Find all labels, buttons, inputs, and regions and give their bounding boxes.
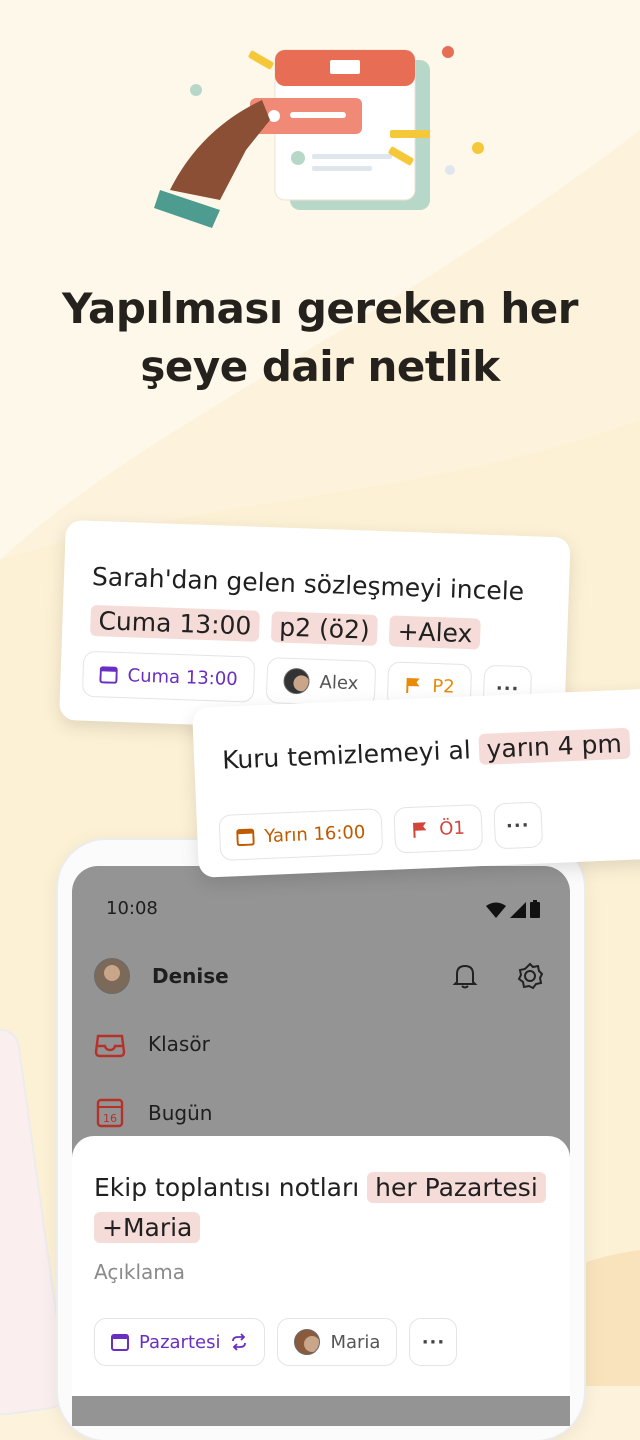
calendar-day-number: 16 [103,1112,117,1125]
calendar-icon [99,666,118,684]
repeat-icon [232,1333,247,1351]
task-name-input[interactable]: Ekip toplantısı notları her Pazartesi +M… [94,1168,564,1248]
date-chip[interactable]: Yarın 16:00 [218,808,384,861]
signal-icon [510,902,526,918]
calendar-icon [236,828,255,847]
date-chip-label: Pazartesi [139,1331,221,1353]
task-title: Sarah'dan gelen sözleşmeyi incele Cuma 1… [89,555,560,659]
maria-avatar [294,1329,321,1355]
user-row[interactable]: Denise [94,958,229,994]
date-chip-label: Cuma 13:00 [127,664,239,690]
sidebar-item-today[interactable]: 16 Bugün [94,1098,212,1128]
user-avatar [94,958,130,994]
status-icons [486,900,540,918]
headline-line-2: şeye dair netlik [140,342,500,391]
date-chip-label: Yarın 16:00 [263,821,366,847]
task-title-text: Kuru temizlemeyi al [221,735,472,775]
date-chip[interactable]: Pazartesi [94,1318,266,1366]
card2-chips: Yarın 16:00 Ö1 ··· [218,801,543,861]
assignee-chip[interactable]: Alex [265,657,377,707]
page-headline: Yapılması gereken her şeye dair netlik [0,280,640,396]
gear-icon[interactable] [516,962,544,990]
hero-illustration [154,46,484,228]
priority-chip[interactable]: Ö1 [393,803,483,854]
sidebar-item-inbox[interactable]: Klasör [94,1030,210,1058]
priority-token: p2 (ö2) [270,611,379,646]
task-title: Kuru temizlemeyi al yarın 4 pm p [221,721,640,783]
flag-icon [406,677,420,694]
inbox-icon [94,1034,126,1058]
more-options-button[interactable]: ··· [409,1318,458,1366]
task-card-dry-cleaning[interactable]: Kuru temizlemeyi al yarın 4 pm p Yarın 1… [192,688,640,878]
more-options-button[interactable]: ··· [492,801,543,850]
recurrence-token: her Pazartesi [367,1172,546,1203]
user-name: Denise [152,964,229,988]
assignee-chip-label: Maria [330,1331,381,1353]
wifi-icon [486,902,506,918]
headline-line-1: Yapılması gereken her [61,284,579,333]
quick-add-sheet: Ekip toplantısı notları her Pazartesi +M… [72,1136,570,1396]
task-title-text: Sarah'dan gelen sözleşmeyi incele [91,561,525,607]
sidebar-item-label: Bugün [148,1101,213,1125]
date-token: Cuma 13:00 [89,604,260,642]
assignee-chip-label: Alex [319,671,359,694]
assignee-token: +Alex [389,615,481,650]
assignee-token: +Maria [94,1212,201,1243]
description-input[interactable]: Açıklama [94,1260,185,1284]
priority-chip-label: P2 [431,675,455,698]
date-chip[interactable]: Cuma 13:00 [81,650,256,703]
sheet-chips: Pazartesi Maria ··· [94,1318,458,1366]
assignee-chip[interactable]: Maria [277,1318,398,1366]
bell-icon[interactable] [452,962,478,990]
sidebar-item-label: Klasör [148,1032,210,1056]
status-time: 10:08 [106,898,158,919]
task-title-text: Ekip toplantısı notları [94,1173,360,1202]
calendar-icon [111,1334,129,1351]
priority-chip-label: Ö1 [438,817,466,840]
flag-icon [412,822,427,838]
alex-avatar [283,667,311,695]
date-token: yarın 4 pm [477,727,631,766]
battery-icon [530,900,540,918]
calendar-today-icon: 16 [96,1098,124,1128]
